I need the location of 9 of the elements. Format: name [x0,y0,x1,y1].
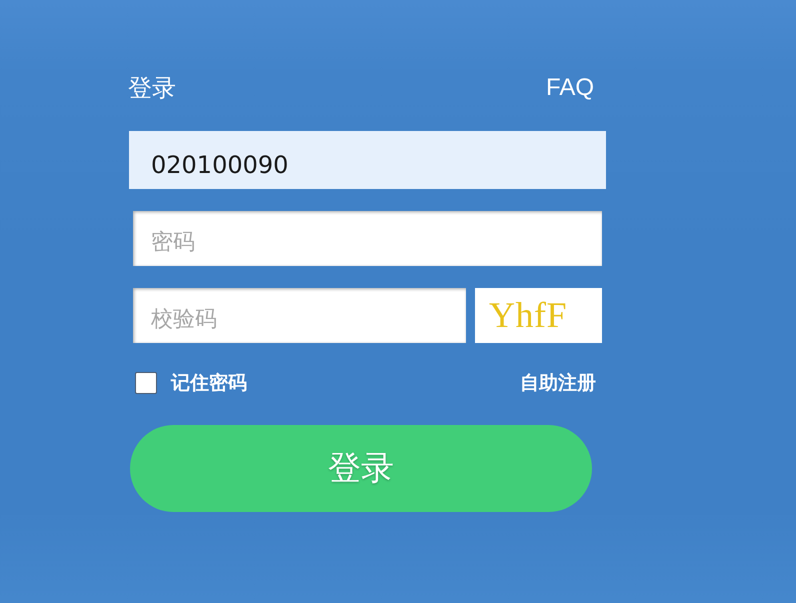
username-field[interactable]: 020100090 [129,131,606,189]
checkbox[interactable] [135,372,157,394]
register-link[interactable]: 自助注册 [520,370,596,396]
captcha-field[interactable]: 校验码 [133,288,466,343]
form-title: 登录 [128,73,176,103]
password-field[interactable]: 密码 [133,211,602,266]
faq-link[interactable]: FAQ [546,73,594,103]
remember-label: 记住密码 [171,371,247,396]
login-button[interactable]: 登录 [130,425,592,512]
